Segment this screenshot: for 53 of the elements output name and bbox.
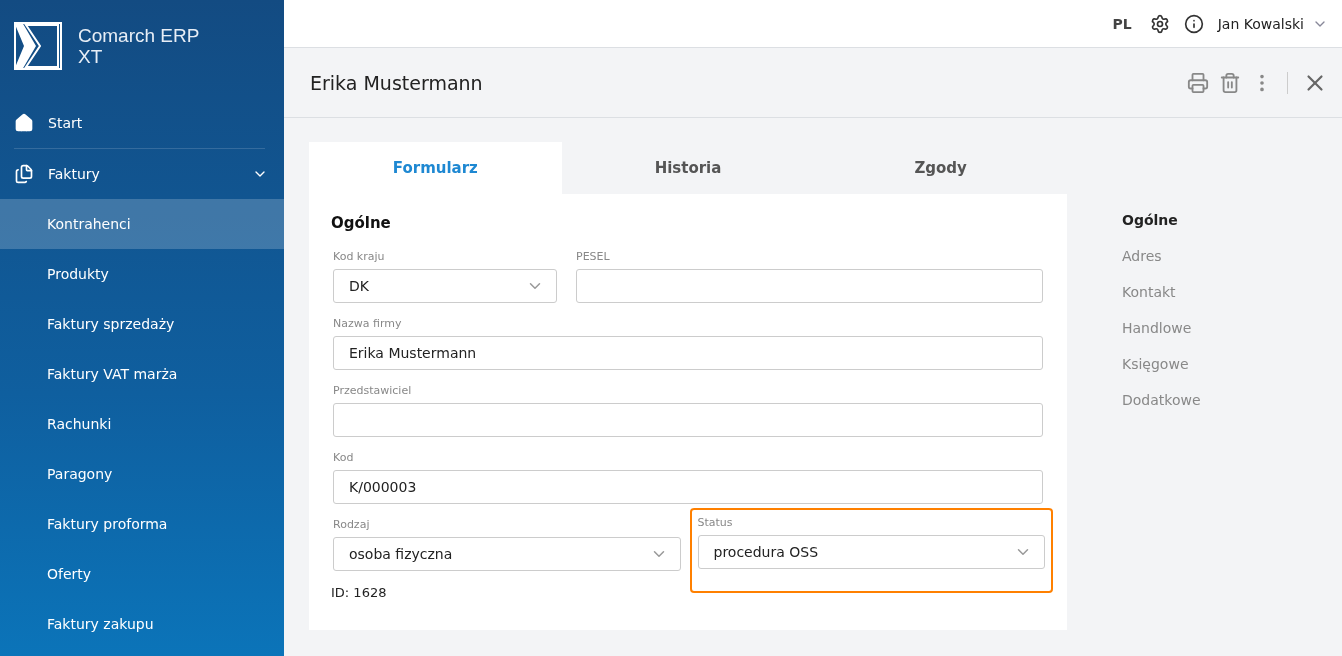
sidebar-item-label: Produkty xyxy=(47,266,110,282)
input-field[interactable]: K/000003 xyxy=(333,470,1043,504)
documents-icon xyxy=(14,164,34,184)
sidebar-item[interactable]: Start xyxy=(0,98,284,148)
info-icon[interactable] xyxy=(1183,13,1204,34)
input-field[interactable]: Erika Mustermann xyxy=(333,336,1043,370)
logo-icon xyxy=(14,22,62,70)
sidebar-item-label: Faktury zakupu xyxy=(47,616,155,632)
input-field[interactable] xyxy=(576,269,1043,303)
tab[interactable]: Historia xyxy=(561,142,815,194)
select-field[interactable]: osoba fizyczna xyxy=(333,537,681,571)
input-field[interactable] xyxy=(333,403,1043,437)
field-label: Nazwa firmy xyxy=(333,317,403,330)
field-label: PESEL xyxy=(576,250,611,263)
sidebar-item[interactable]: Faktury VAT marża xyxy=(0,349,284,399)
sidebar-item-label: Oferty xyxy=(47,566,93,582)
field-label: Przedstawiciel xyxy=(333,384,413,397)
sidebar-item[interactable]: Oferty xyxy=(0,549,284,599)
id-text: ID: 1628 xyxy=(331,585,388,600)
select-field[interactable]: procedura OSS xyxy=(697,535,1045,569)
sidebar-item[interactable]: Paragony xyxy=(0,449,284,499)
sidebar-item-label: Rachunki xyxy=(47,416,113,432)
sidebar-item[interactable]: Faktury zakupu xyxy=(0,599,284,649)
field-label: Status xyxy=(697,516,734,529)
user-menu[interactable]: Jan Kowalski xyxy=(1217,15,1328,32)
sidebar-item[interactable]: Kontrahenci xyxy=(0,199,284,249)
sidebar-item[interactable]: Faktury xyxy=(0,149,284,199)
brand-name: Comarch ERP XT xyxy=(78,25,201,67)
sidebar-item[interactable]: Faktury sprzedaży xyxy=(0,299,284,349)
sidebar-item-label: Start xyxy=(48,115,84,131)
print-icon[interactable] xyxy=(1187,71,1209,94)
sidebar-item[interactable]: Produkty xyxy=(0,249,284,299)
section-link[interactable]: Ogólne xyxy=(1122,212,1201,228)
sidebar-item-label: Faktury xyxy=(48,166,101,182)
section-title: Ogólne xyxy=(331,214,392,232)
field-label: Rodzaj xyxy=(333,518,371,531)
settings-icon[interactable] xyxy=(1149,13,1170,34)
sidebar-item-label: Paragony xyxy=(47,466,114,482)
record-title: Erika Mustermann xyxy=(310,71,484,94)
sidebar-item[interactable]: Faktury proforma xyxy=(0,499,284,549)
select-field[interactable]: DK xyxy=(333,269,557,303)
home-icon xyxy=(14,113,34,133)
sidebar-item-label: Faktury proforma xyxy=(47,516,169,532)
language-selector[interactable]: PL xyxy=(1112,15,1132,32)
sidebar-item-label: Faktury VAT marża xyxy=(47,366,179,382)
field-label: Kod kraju xyxy=(333,250,386,263)
sidebar-item-label: Kontrahenci xyxy=(47,216,132,232)
field-label: Kod xyxy=(333,451,355,464)
sidebar-item[interactable]: Rachunki xyxy=(0,399,284,449)
sidebar-item-label: Faktury sprzedaży xyxy=(47,316,176,332)
tab[interactable]: Zgody xyxy=(814,142,1067,194)
tab[interactable]: Formularz xyxy=(309,142,562,194)
trash-icon[interactable] xyxy=(1219,71,1241,94)
